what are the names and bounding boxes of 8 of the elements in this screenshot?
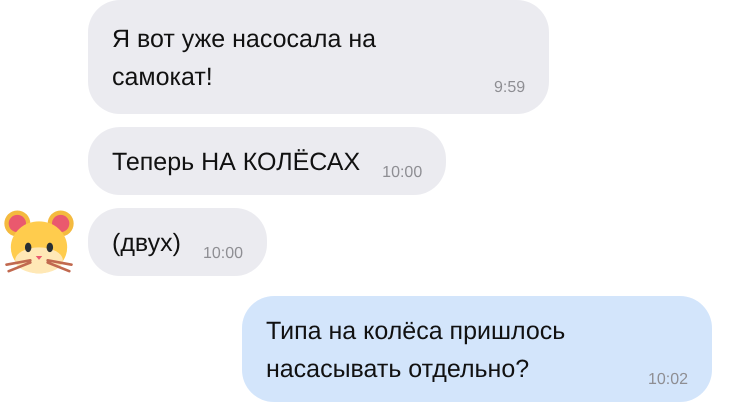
message-text: (двух)	[112, 228, 181, 259]
message-time: 10:00	[382, 163, 422, 183]
message-text: Типа на колёса пришлось насасывать отдельно?	[266, 316, 566, 385]
message-text: Я вот уже насосала на самокат!	[112, 24, 378, 93]
message-text: Теперь НА КОЛЁСАХ	[112, 147, 360, 178]
message-time: 10:02	[648, 370, 688, 390]
message-time: 10:00	[202, 244, 244, 264]
message-time: 9:59	[494, 78, 526, 98]
